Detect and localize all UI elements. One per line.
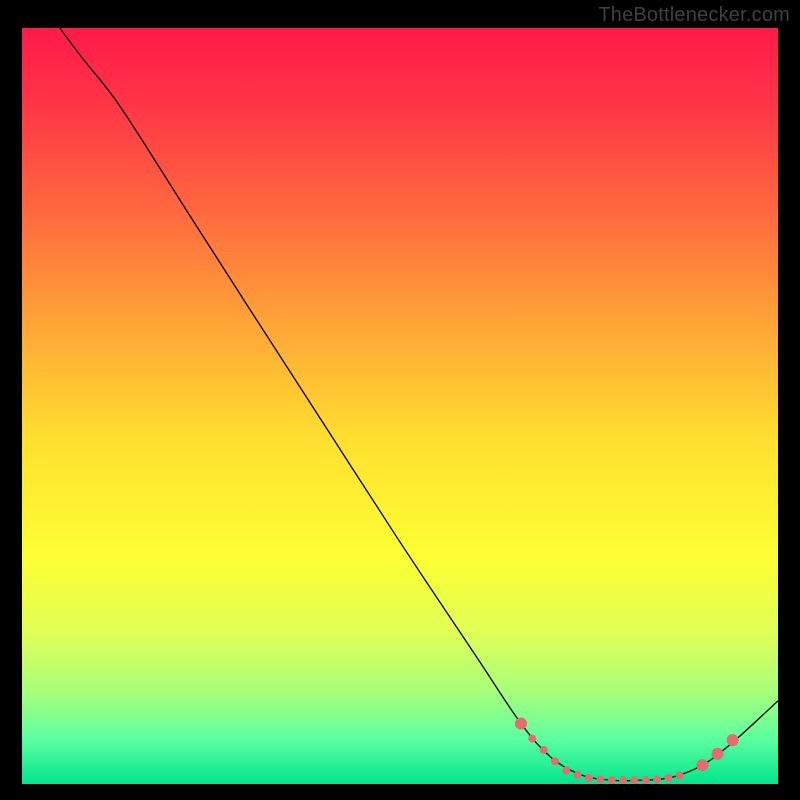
chart-marker	[551, 757, 559, 765]
chart-marker	[562, 766, 570, 774]
chart-marker	[596, 775, 604, 783]
chart-marker	[696, 759, 708, 771]
chart-plot-area	[22, 28, 778, 784]
chart-marker	[515, 718, 527, 730]
chart-marker	[664, 774, 672, 782]
chart-marker	[528, 735, 536, 743]
chart-background	[22, 28, 778, 784]
chart-marker	[712, 748, 724, 760]
chart-marker	[585, 774, 593, 782]
chart-marker	[608, 776, 616, 784]
chart-marker	[574, 771, 582, 779]
chart-container: TheBottlenecker.com	[0, 0, 800, 800]
chart-svg	[22, 28, 778, 784]
chart-marker	[540, 746, 548, 754]
chart-marker	[676, 772, 684, 780]
chart-marker	[630, 776, 638, 784]
chart-marker	[653, 775, 661, 783]
chart-marker	[619, 776, 627, 784]
chart-marker	[727, 734, 739, 746]
watermark-text: TheBottlenecker.com	[598, 4, 790, 27]
chart-marker	[642, 776, 650, 784]
